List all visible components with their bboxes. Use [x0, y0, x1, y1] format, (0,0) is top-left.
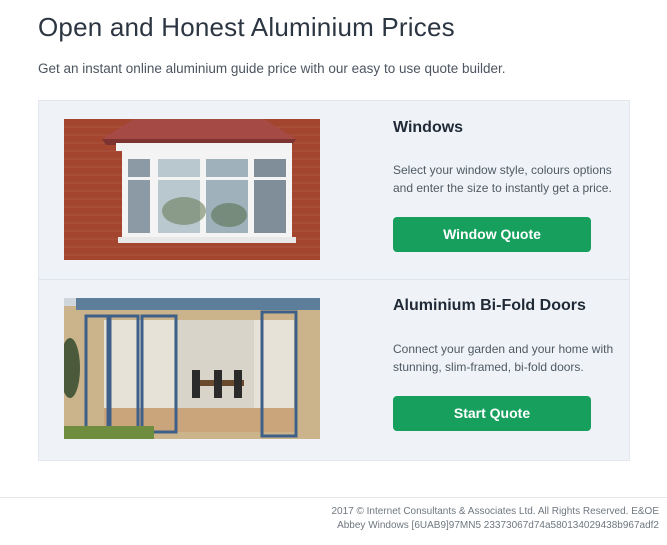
product-panel: Windows Select your window style, colour…: [38, 100, 630, 461]
bay-window-image: [64, 119, 320, 260]
bifold-doors-heading: Aluminium Bi-Fold Doors: [393, 297, 586, 314]
page-title: Open and Honest Aluminium Prices: [38, 12, 455, 42]
product-row-bifold: Aluminium Bi-Fold Doors Connect your gar…: [39, 280, 629, 460]
start-quote-button[interactable]: Start Quote: [393, 396, 591, 431]
bifold-doors-description: Connect your garden and your home with s…: [393, 342, 614, 374]
bifold-doors-image: [64, 298, 320, 439]
windows-heading: Windows: [393, 119, 464, 136]
windows-description: Select your window style, colours option…: [393, 163, 612, 195]
page-subtitle: Get an instant online aluminium guide pr…: [38, 61, 506, 76]
footer-copyright: 2017 © Internet Consultants & Associates…: [331, 506, 659, 517]
window-quote-button[interactable]: Window Quote: [393, 217, 591, 252]
footer: 2017 © Internet Consultants & Associates…: [331, 505, 659, 533]
product-row-windows: Windows Select your window style, colour…: [39, 101, 629, 279]
footer-divider: [0, 497, 667, 498]
footer-id-line: Abbey Windows [6UAB9]97MN5 23373067d74a5…: [337, 520, 659, 531]
